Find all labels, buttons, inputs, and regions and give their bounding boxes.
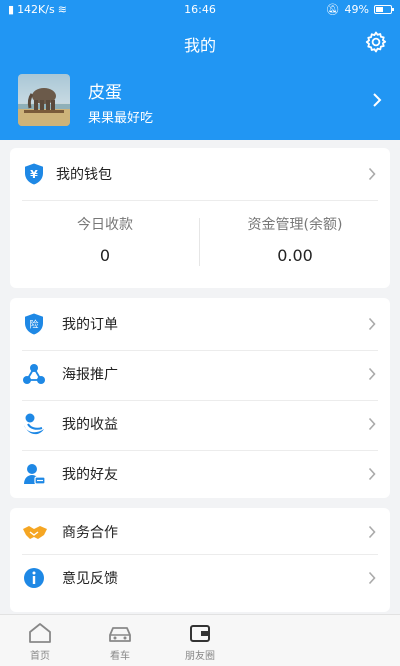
info-icon xyxy=(22,566,46,590)
wallet-label: 我的钱包 xyxy=(56,167,112,183)
mute-icon: 🔕︎ xyxy=(325,3,340,16)
fund-management[interactable]: 资金管理(余额) 0.00 xyxy=(200,214,390,265)
tab-moments[interactable]: 朋友圈 xyxy=(160,621,240,662)
settings-gear-icon[interactable] xyxy=(364,30,388,54)
menu-label: 我的订单 xyxy=(62,317,118,333)
home-icon xyxy=(27,621,53,645)
stat-label: 今日收款 xyxy=(77,217,133,233)
menu-label: 商务合作 xyxy=(62,525,118,541)
tab-label: 首页 xyxy=(30,651,50,662)
menu-item-orders[interactable]: 险 我的订单 xyxy=(10,300,390,348)
avatar[interactable] xyxy=(18,74,70,126)
chevron-right-icon xyxy=(368,571,376,585)
profile-header: 我的 皮蛋 果果最好吃 xyxy=(0,18,400,140)
divider xyxy=(22,200,378,201)
wallet-row[interactable]: ¥ 我的钱包 xyxy=(10,150,390,198)
share-nodes-icon xyxy=(22,362,46,386)
menu-item-friends[interactable]: 我的好友 xyxy=(10,450,390,498)
wallet-stats: 今日收款 0 资金管理(余额) 0.00 xyxy=(10,214,390,266)
menu-item-feedback[interactable]: 意见反馈 xyxy=(10,554,390,602)
friends-icon xyxy=(22,462,46,486)
wallet-card: ¥ 我的钱包 今日收款 0 资金管理(余额) 0.00 xyxy=(10,148,390,288)
menu-label: 海报推广 xyxy=(62,367,118,383)
menu-label: 意见反馈 xyxy=(62,571,118,587)
insurance-shield-icon: 险 xyxy=(22,312,46,336)
wallet-icon xyxy=(187,621,213,645)
today-receipts[interactable]: 今日收款 0 xyxy=(10,214,200,265)
menu-label: 我的收益 xyxy=(62,417,118,433)
status-bar: ▮ 142K/s ≋ 16:46 🔕︎ 49% xyxy=(0,0,400,18)
chevron-right-icon xyxy=(368,525,376,539)
menu-item-earnings[interactable]: 我的收益 xyxy=(10,400,390,448)
chevron-right-icon xyxy=(368,317,376,331)
svg-text:¥: ¥ xyxy=(30,168,38,181)
svg-text:险: 险 xyxy=(29,319,38,331)
car-icon xyxy=(107,621,133,645)
battery-icon xyxy=(374,5,394,14)
handshake-icon xyxy=(22,520,47,544)
menu-item-business[interactable]: 商务合作 xyxy=(10,508,390,556)
chevron-right-icon xyxy=(372,92,382,108)
user-signature: 果果最好吃 xyxy=(88,111,154,126)
bottom-tab-bar: 首页 看车 朋友圈 xyxy=(0,614,400,666)
earnings-icon xyxy=(22,412,46,436)
secondary-menu-card: 商务合作 意见反馈 xyxy=(10,508,390,612)
menu-item-poster[interactable]: 海报推广 xyxy=(10,350,390,398)
username: 皮蛋 xyxy=(88,83,122,103)
tab-label: 看车 xyxy=(110,651,130,662)
tab-cars[interactable]: 看车 xyxy=(80,621,160,662)
menu-label: 我的好友 xyxy=(62,467,118,483)
chevron-right-icon xyxy=(368,367,376,381)
tab-label: 朋友圈 xyxy=(185,651,215,662)
page-title: 我的 xyxy=(183,36,216,55)
battery-level: 49% xyxy=(344,3,369,16)
chevron-right-icon xyxy=(368,417,376,431)
stat-label: 资金管理(余额) xyxy=(247,217,343,233)
stat-value: 0.00 xyxy=(277,246,313,265)
chevron-right-icon xyxy=(368,167,376,181)
tab-home[interactable]: 首页 xyxy=(0,621,80,662)
profile-row[interactable]: 皮蛋 果果最好吃 xyxy=(0,70,400,138)
yuan-shield-icon: ¥ xyxy=(22,162,46,186)
main-menu-card: 险 我的订单 海报推广 我的收益 我的好友 xyxy=(10,298,390,498)
stat-value: 0 xyxy=(99,246,111,265)
chevron-right-icon xyxy=(368,467,376,481)
